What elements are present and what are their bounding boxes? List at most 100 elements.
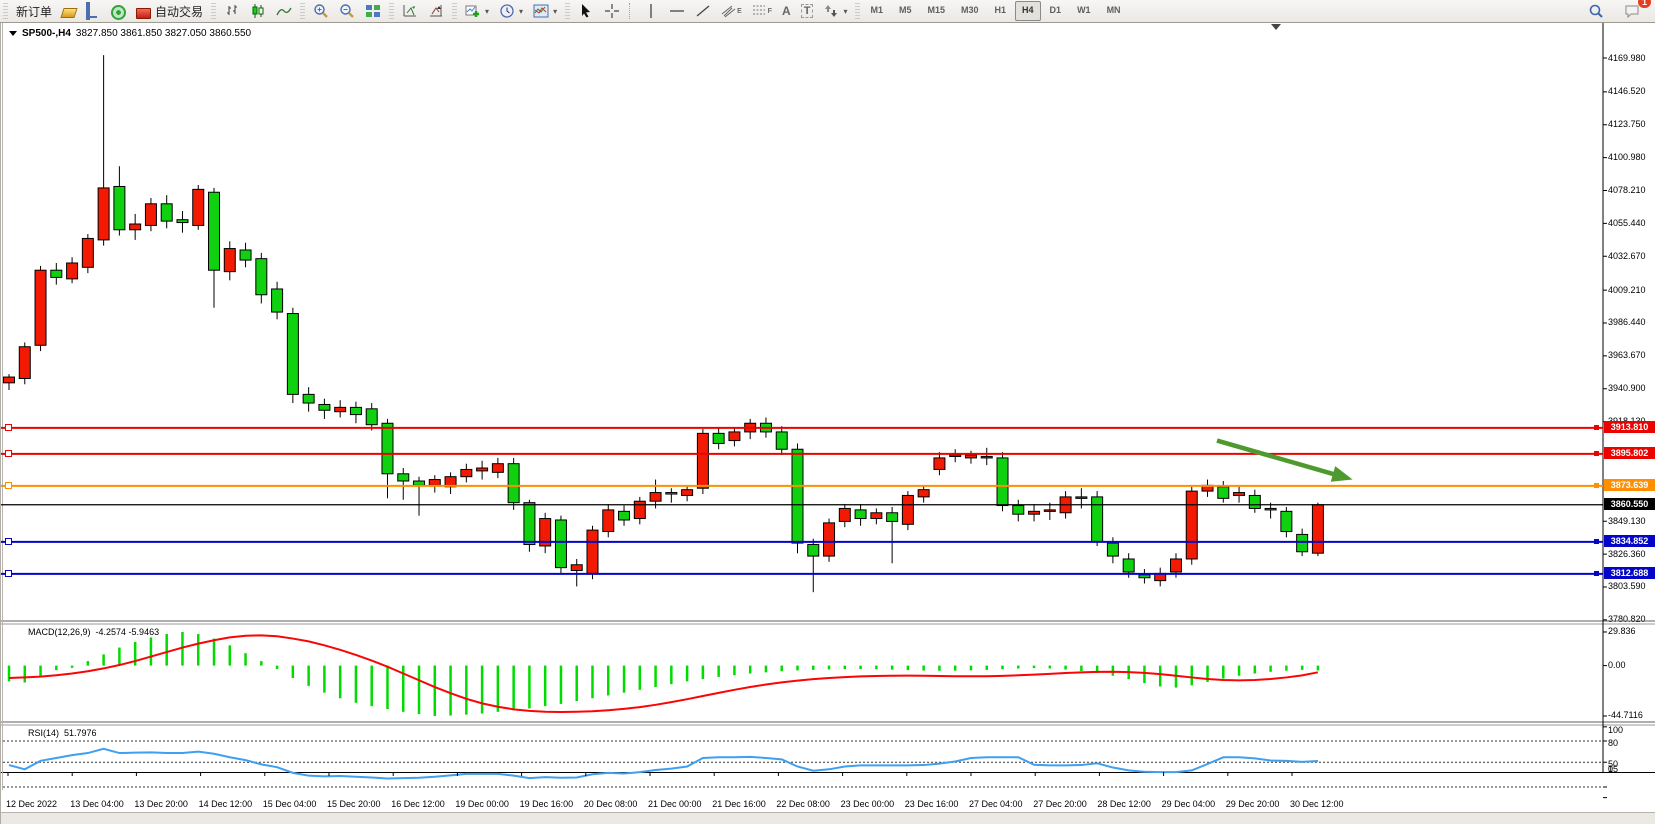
- rsi-panel-title: RSI(14) 51.7976: [28, 728, 97, 738]
- crosshair-icon: [604, 3, 620, 19]
- time-axis-label: 28 Dec 12:00: [1097, 799, 1151, 809]
- notifications-button[interactable]: 1: [1619, 0, 1645, 22]
- time-axis-label: 23 Dec 16:00: [905, 799, 959, 809]
- chevron-down-icon[interactable]: [9, 31, 17, 36]
- price-axis-label: 4055.440: [1608, 218, 1655, 228]
- terminal-button[interactable]: [81, 0, 106, 22]
- price-line-label[interactable]: 3812.688: [1604, 567, 1655, 579]
- price-axis-label: 3963.670: [1608, 350, 1655, 360]
- line-end-marker: [1594, 571, 1599, 576]
- line-anchor[interactable]: [5, 482, 12, 489]
- auto-trading-button[interactable]: 自动交易: [131, 0, 208, 22]
- deposit-button[interactable]: [57, 0, 81, 22]
- line-anchor[interactable]: [5, 570, 12, 577]
- timeframe-m1[interactable]: M1: [863, 1, 890, 21]
- tile-windows-button[interactable]: [360, 0, 386, 22]
- time-axis-label: 29 Dec 20:00: [1226, 799, 1280, 809]
- chart-window[interactable]: SP500-,H4 3827.850 3861.850 3827.050 386…: [0, 23, 1655, 824]
- horizontal-line-tool[interactable]: [664, 0, 690, 22]
- channel-tool[interactable]: E: [716, 0, 747, 22]
- chart-shift-marker[interactable]: [1271, 24, 1281, 30]
- time-axis-label: 21 Dec 00:00: [648, 799, 702, 809]
- rsi-axis-label: 100: [1608, 725, 1655, 735]
- crosshair-tool-button[interactable]: [599, 0, 625, 22]
- price-axis-label: 3849.130: [1608, 516, 1655, 526]
- rsi-axis-label: 80: [1608, 738, 1655, 748]
- price-line-label[interactable]: 3873.639: [1604, 479, 1655, 491]
- timeframe-m30[interactable]: M30: [954, 1, 986, 21]
- macd-panel-title: MACD(12,26,9) -4.2574 -5.9463: [28, 627, 159, 637]
- new-order-button[interactable]: 新订单: [11, 0, 57, 22]
- timeframe-d1[interactable]: D1: [1043, 1, 1069, 21]
- period-button[interactable]: ▾: [494, 0, 528, 22]
- timeframe-w1[interactable]: W1: [1070, 1, 1098, 21]
- time-axis-label: 14 Dec 12:00: [199, 799, 253, 809]
- trendline-icon: [695, 3, 711, 19]
- candlestick-chart-button[interactable]: [245, 0, 271, 22]
- timeframe-h1[interactable]: H1: [988, 1, 1014, 21]
- toolbar-gripper: [300, 3, 305, 19]
- trading-terminal: 新订单 自动交易 ▾ ▾ ▾ E F A T ▾: [0, 0, 1655, 824]
- text-tool-icon: A: [782, 4, 791, 18]
- line-end-marker: [1594, 539, 1599, 544]
- notification-badge: 1: [1638, 0, 1651, 8]
- new-order-label: 新订单: [16, 3, 52, 20]
- time-axis-label: 13 Dec 04:00: [70, 799, 124, 809]
- time-axis-label: 21 Dec 16:00: [712, 799, 766, 809]
- time-axis-label: 19 Dec 00:00: [455, 799, 509, 809]
- cursor-tool-button[interactable]: [573, 0, 599, 22]
- toolbar-gripper: [565, 3, 570, 19]
- ohlc-values: 3827.850 3861.850 3827.050 3860.550: [76, 28, 251, 39]
- macd-current-values: -4.2574 -5.9463: [96, 627, 160, 637]
- time-axis[interactable]: [1, 772, 1603, 788]
- timeframe-h4[interactable]: H4: [1015, 1, 1041, 21]
- chart-forward-button[interactable]: [397, 0, 423, 22]
- timeframe-m15[interactable]: M15: [920, 1, 952, 21]
- rsi-axis-label: 0: [1608, 764, 1655, 774]
- line-anchor[interactable]: [5, 538, 12, 545]
- rsi-title-label: RSI(14): [28, 728, 59, 738]
- symbol-period-label: SP500-,H4: [22, 28, 71, 39]
- line-anchor[interactable]: [5, 450, 12, 457]
- macd-axis-label: -44.7116: [1608, 710, 1655, 720]
- price-axis-label: 4032.670: [1608, 251, 1655, 261]
- zoom-out-button[interactable]: [334, 0, 360, 22]
- bar-chart-button[interactable]: [219, 0, 245, 22]
- line-end-marker: [1594, 451, 1599, 456]
- zoom-in-icon: [313, 3, 329, 19]
- toolbar-gripper: [3, 3, 8, 19]
- time-axis-label: 19 Dec 16:00: [520, 799, 574, 809]
- price-line-label[interactable]: 3913.810: [1604, 421, 1655, 433]
- fibonacci-tool[interactable]: F: [747, 0, 777, 22]
- label-tool[interactable]: T: [796, 0, 819, 22]
- chart-shift-button[interactable]: [423, 0, 449, 22]
- price-line-label[interactable]: 3895.802: [1604, 447, 1655, 459]
- arrows-tool[interactable]: ▾: [818, 0, 852, 22]
- price-line-label[interactable]: 3834.852: [1604, 535, 1655, 547]
- channel-tool-glyph: E: [737, 8, 742, 15]
- template-button[interactable]: ▾: [528, 0, 562, 22]
- bar-chart-icon: [224, 3, 240, 19]
- macd-axis-label: 0.00: [1608, 660, 1655, 670]
- current-price-label[interactable]: 3860.550: [1604, 498, 1655, 510]
- text-tool[interactable]: A: [777, 0, 796, 22]
- trendline-tool[interactable]: [690, 0, 716, 22]
- timeframe-mn[interactable]: MN: [1100, 1, 1128, 21]
- price-axis-label: 3826.360: [1608, 549, 1655, 559]
- status-strip: [1, 812, 1655, 824]
- line-chart-button[interactable]: [271, 0, 297, 22]
- zoom-in-button[interactable]: [308, 0, 334, 22]
- price-axis-label: 3986.440: [1608, 317, 1655, 327]
- line-anchor[interactable]: [5, 424, 12, 431]
- vertical-line-icon: [643, 3, 659, 19]
- time-axis-label: 29 Dec 04:00: [1162, 799, 1216, 809]
- chart-shift-icon: [428, 3, 444, 19]
- price-axis-label: 4009.210: [1608, 285, 1655, 295]
- search-button[interactable]: [1583, 0, 1609, 22]
- time-axis-label: 15 Dec 04:00: [263, 799, 317, 809]
- time-axis-label: 27 Dec 20:00: [1033, 799, 1087, 809]
- vertical-line-tool[interactable]: [638, 0, 664, 22]
- timeframe-m5[interactable]: M5: [892, 1, 919, 21]
- add-indicator-button[interactable]: ▾: [460, 0, 494, 22]
- signals-button[interactable]: [106, 0, 131, 22]
